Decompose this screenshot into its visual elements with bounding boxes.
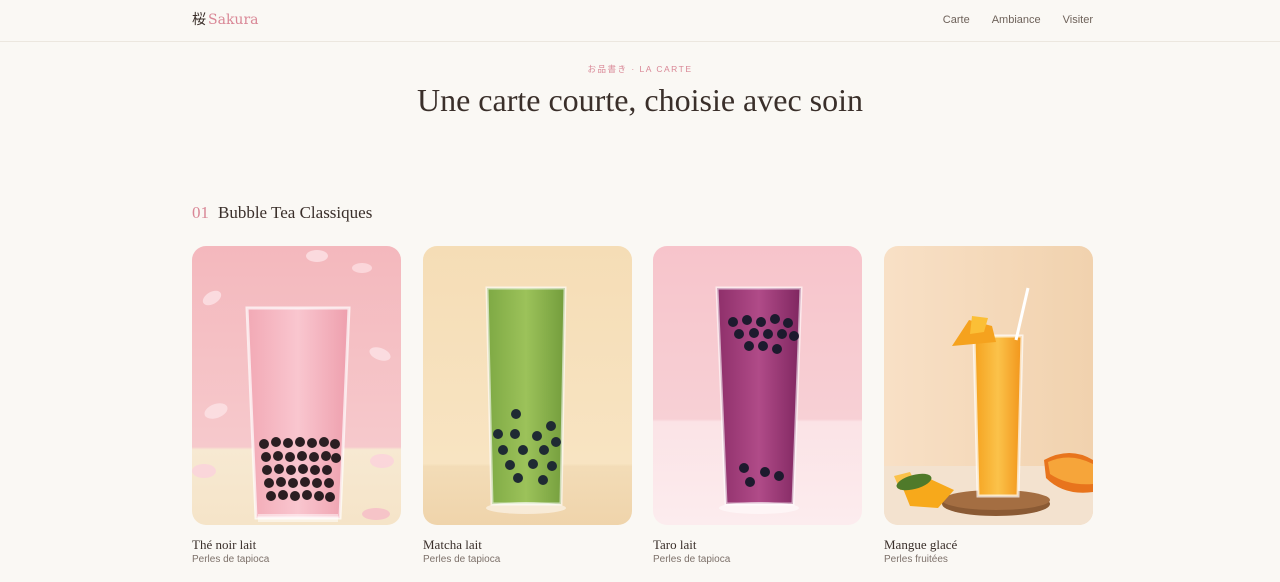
category-title: Bubble Tea Classiques <box>218 203 373 222</box>
logo-kanji: 桜 <box>192 12 206 28</box>
taro-tea-photo <box>653 246 862 525</box>
menu-card-the-noir-lait[interactable]: Thé noir lait Perles de tapioca <box>192 246 401 566</box>
menu-item-description: Perles de tapioca <box>192 554 270 565</box>
menu-card-mangue-glace[interactable]: Mangue glacé Perles fruitées <box>884 246 1093 566</box>
logo-link[interactable]: 桜 Sakura <box>192 10 258 30</box>
nav-link-ambiance[interactable]: Ambiance <box>992 13 1041 27</box>
menu-card-taro-lait[interactable]: Taro lait Perles de tapioca <box>653 246 862 566</box>
matcha-tea-photo <box>423 246 632 525</box>
menu-card-matcha-lait[interactable]: Matcha lait Perles de tapioca <box>423 246 632 566</box>
page-title: Une carte courte, choisie avec soin <box>416 82 863 118</box>
menu-item-name: Matcha lait <box>423 537 482 552</box>
menu-item-description: Perles de tapioca <box>423 554 501 565</box>
menu-item-description: Perles de tapioca <box>653 554 731 565</box>
category-number: 01 <box>192 203 209 222</box>
menu-item-name: Thé noir lait <box>192 537 257 552</box>
nav-links: Carte Ambiance Visiter <box>943 13 1093 27</box>
nav-link-visiter[interactable]: Visiter <box>1063 13 1093 27</box>
logo-text: Sakura <box>208 12 259 28</box>
nav-link-carte[interactable]: Carte <box>943 13 970 27</box>
section-eyebrow: お品書き · LA CARTE <box>587 64 693 74</box>
top-navigation: 桜 Sakura Carte Ambiance Visiter <box>0 0 1280 42</box>
pink-milk-tea-photo <box>192 246 401 525</box>
menu-item-description: Perles fruitées <box>884 554 948 565</box>
mango-tea-photo <box>884 246 1093 525</box>
menu-item-name: Mangue glacé <box>884 537 958 552</box>
category-heading: 01 Bubble Tea Classiques <box>192 202 372 224</box>
menu-item-name: Taro lait <box>653 537 697 552</box>
